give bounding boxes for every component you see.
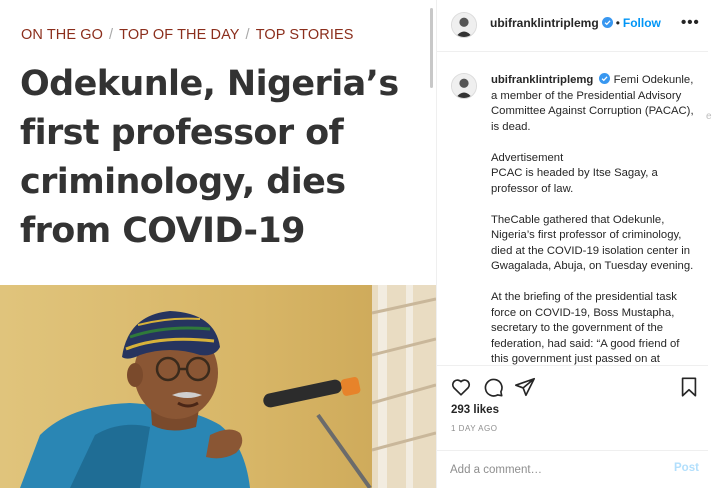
caption-paragraph: ubifranklintriplemg Femi Odekunle, a mem… — [491, 73, 699, 135]
comment-icon[interactable] — [482, 376, 504, 398]
caption-area[interactable]: ubifranklintriplemg Femi Odekunle, a mem… — [437, 53, 709, 365]
caption-text: ubifranklintriplemg Femi Odekunle, a mem… — [491, 73, 699, 365]
post-image[interactable]: ON THE GO / TOP OF THE DAY / TOP STORIES Ode… — [0, 0, 436, 488]
heart-icon[interactable] — [450, 376, 472, 398]
more-options-button[interactable]: ••• — [681, 14, 700, 31]
comment-input[interactable] — [450, 460, 660, 480]
post-header: ubifranklintriplemg • Follow ••• — [437, 0, 709, 52]
follow-button[interactable]: Follow — [623, 16, 661, 30]
share-icon[interactable] — [514, 376, 536, 398]
avatar[interactable] — [451, 73, 477, 99]
article-headline: Odekunle, Nigeria’s first professor of c… — [20, 64, 399, 251]
breadcrumb-item-on-the-go: ON THE GO — [21, 27, 104, 43]
verified-badge-icon — [601, 17, 613, 28]
caption-paragraph-3: TheCable gathered that Odekunle, Nigeria… — [491, 213, 694, 273]
bookmark-icon[interactable] — [678, 376, 700, 398]
caption-username[interactable]: ubifranklintriplemg — [491, 74, 593, 86]
page-gutter — [708, 0, 720, 488]
post-timestamp[interactable]: 1 DAY AGO — [451, 424, 497, 433]
speaker-photo — [0, 285, 436, 488]
post-actions: 293 likes 1 DAY AGO Post — [437, 365, 709, 487]
caption-paragraph-4: At the briefing of the presidential task… — [491, 291, 680, 365]
comment-bar: Post — [437, 450, 709, 488]
caption-paragraph-2: Advertisement PCAC is headed by Itse Sag… — [491, 151, 658, 195]
username-link[interactable]: ubifranklintriplemg — [490, 16, 599, 30]
avatar[interactable] — [451, 12, 477, 38]
breadcrumb-separator: / — [245, 27, 250, 43]
post-comment-button[interactable]: Post — [674, 462, 699, 474]
scrollbar[interactable] — [430, 8, 433, 88]
breadcrumb-item-top-of-the-day: TOP OF THE DAY — [119, 27, 240, 43]
verified-badge-icon — [599, 73, 611, 84]
breadcrumb-item-top-stories: TOP STORIES — [255, 27, 354, 43]
post-sidebar: ubifranklintriplemg • Follow ••• ubifrankl… — [436, 0, 709, 488]
like-count[interactable]: 293 likes — [451, 404, 499, 416]
breadcrumb: ON THE GO / TOP OF THE DAY / TOP STORIES — [21, 27, 354, 43]
background-text: e — [706, 111, 712, 122]
breadcrumb-separator: / — [109, 27, 114, 43]
dot-separator: • — [615, 16, 620, 30]
post-author: ubifranklintriplemg • Follow — [490, 16, 661, 30]
